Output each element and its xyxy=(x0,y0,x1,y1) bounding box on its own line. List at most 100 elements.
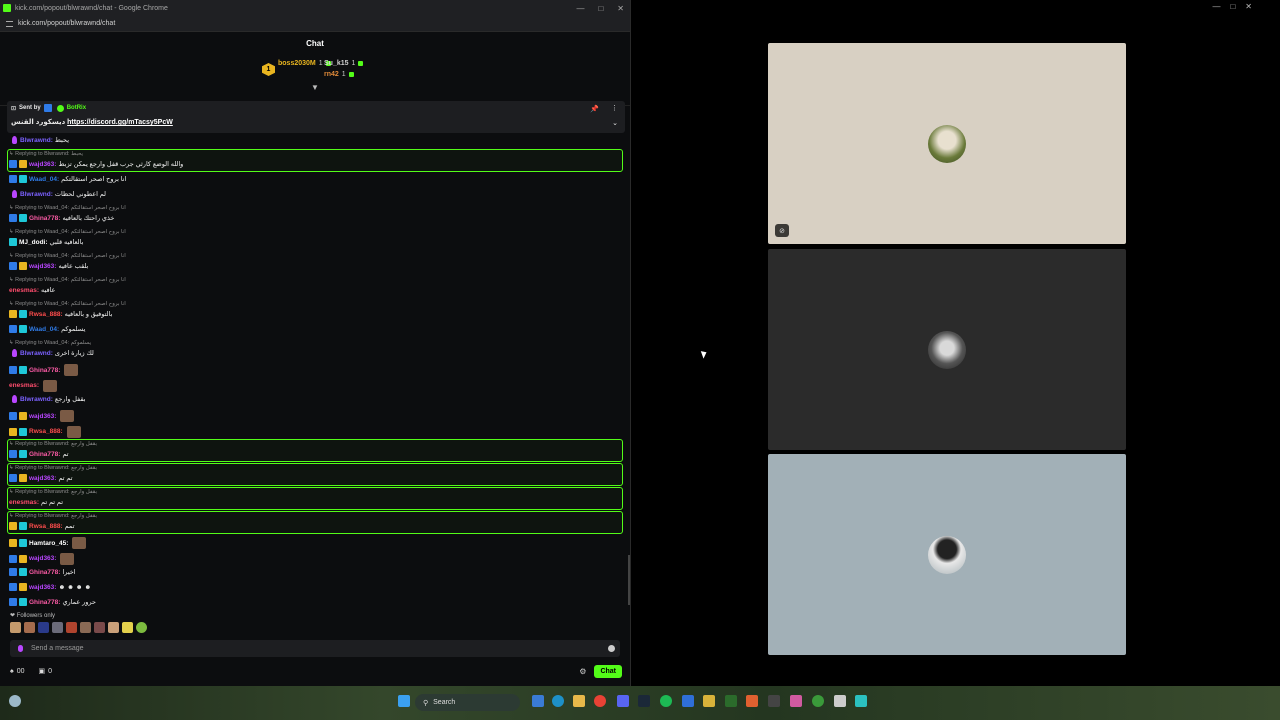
chat-username[interactable]: Rwsa_888: xyxy=(29,311,63,318)
edge-icon[interactable] xyxy=(552,695,564,707)
chat-message[interactable]: wajd363: xyxy=(9,410,75,422)
chat-username[interactable]: Blwrawnd: xyxy=(20,396,53,403)
pin-icon[interactable]: 📌 xyxy=(590,105,599,113)
xbox-icon[interactable] xyxy=(812,695,824,707)
chat-scrollbar[interactable] xyxy=(628,555,630,605)
chat-username[interactable]: Ghina778: xyxy=(29,215,60,222)
chat-username[interactable]: enesmas: xyxy=(9,287,39,294)
app-icon[interactable] xyxy=(855,695,867,707)
leaderboard-entry[interactable]: boss2030M 1 xyxy=(278,60,331,67)
emote-1[interactable] xyxy=(10,622,21,633)
chevron-down-icon[interactable]: ⌄ xyxy=(612,119,618,127)
chat-username[interactable]: Hamtaro_45: xyxy=(29,540,68,547)
chat-username[interactable]: Waad_04: xyxy=(29,176,59,183)
reply-context[interactable]: ↳ Replying to Blwrawnd: بقفل وارجع xyxy=(9,513,97,519)
camera-off-icon[interactable]: ⊘ xyxy=(775,224,789,237)
address-bar[interactable]: kick.com/popout/blwrawnd/chat xyxy=(0,16,630,32)
app-icon[interactable] xyxy=(725,695,737,707)
app-icon[interactable] xyxy=(768,695,780,707)
chat-username[interactable]: Rwsa_888: xyxy=(29,428,63,435)
chat-username[interactable]: enesmas: xyxy=(9,499,39,506)
chat-username[interactable]: wajd363: xyxy=(29,161,56,168)
emote-10[interactable] xyxy=(136,622,147,633)
chat-message[interactable]: Blwrawnd: يحبط xyxy=(9,136,69,144)
chat-message[interactable]: Blwrawnd: لك زيارة اخرى xyxy=(9,349,94,357)
participant-tile-2[interactable] xyxy=(768,249,1126,450)
site-info-icon[interactable] xyxy=(6,20,13,27)
reply-context[interactable]: ↳ Replying to Waad_04: يسلموكم xyxy=(9,340,91,346)
chat-message[interactable]: Hamtaro_45: xyxy=(9,537,87,549)
maximize-icon[interactable]: □ xyxy=(598,4,603,13)
chat-message[interactable]: Blwrawnd: بقفل وارجع xyxy=(9,395,86,403)
pinned-message[interactable]: ⊡ Sent by BotRix ديسكورد القنس https://d… xyxy=(7,101,625,133)
emote-7[interactable] xyxy=(94,622,105,633)
emote-2[interactable] xyxy=(24,622,35,633)
close-icon[interactable]: ✕ xyxy=(617,4,624,13)
reply-context[interactable]: ↳ Replying to Waad_04: انا بروح اصحر است… xyxy=(9,301,126,307)
chat-username[interactable]: Rwsa_888: xyxy=(29,523,63,530)
maximize-icon[interactable]: □ xyxy=(1230,2,1235,11)
chat-username[interactable]: Ghina778: xyxy=(29,367,60,374)
chat-message[interactable]: Rwsa_888: xyxy=(9,425,81,438)
chat-username[interactable]: Blwrawnd: xyxy=(20,191,53,198)
reply-context[interactable]: ↳ Replying to Blwrawnd: بقفل وارجع xyxy=(9,441,97,447)
gear-icon[interactable]: ⚙ xyxy=(579,667,586,676)
reply-context[interactable]: ↳ Replying to Waad_04: انا بروح اصحر است… xyxy=(9,253,126,259)
reply-context[interactable]: ↳ Replying to Blwrawnd: بقفل وارجع xyxy=(9,489,97,495)
message-input[interactable]: Send a message xyxy=(10,640,620,657)
minimize-icon[interactable]: — xyxy=(1212,2,1220,11)
reply-context[interactable]: ↳ Replying to Waad_04: انا بروح اصحر است… xyxy=(9,277,126,283)
chat-message[interactable]: wajd363: xyxy=(9,552,75,565)
reply-context[interactable]: ↳ Replying to Waad_04: انا بروح اصحر است… xyxy=(9,205,126,211)
chat-message[interactable]: wajd363: والله الوضع كارثي جرب قفل وارجع … xyxy=(9,160,183,168)
task-view-icon[interactable] xyxy=(532,695,544,707)
participant-tile-3[interactable] xyxy=(768,454,1126,655)
leaderboard-entry[interactable]: rn42 1 xyxy=(324,71,354,78)
app-icon[interactable] xyxy=(834,695,846,707)
chat-message[interactable]: enesmas: xyxy=(9,379,57,392)
emote-4[interactable] xyxy=(52,622,63,633)
chat-username[interactable]: MJ_dodi: xyxy=(19,239,48,246)
gifts-stat[interactable]: ▣ 0 xyxy=(39,667,53,676)
pinned-link[interactable]: https://discord.gg/mTacsy5PcW xyxy=(67,119,173,126)
chat-username[interactable]: wajd363: xyxy=(29,413,56,420)
app-icon[interactable] xyxy=(682,695,694,707)
chat-message[interactable]: Ghina778: تم xyxy=(9,450,69,458)
emote-9[interactable] xyxy=(122,622,133,633)
reply-context[interactable]: ↳ Replying to Blwrawnd: بقفل وارجع xyxy=(9,465,97,471)
chat-message[interactable]: Blwrawnd: لم اعطوني لحظات xyxy=(9,190,106,198)
viewers-stat[interactable]: ♠ 00 xyxy=(10,668,25,675)
emote-8[interactable] xyxy=(108,622,119,633)
chat-username[interactable]: Ghina778: xyxy=(29,569,60,576)
chat-message[interactable]: Ghina778: xyxy=(9,364,79,376)
emote-5[interactable] xyxy=(66,622,77,633)
emoji-icon[interactable] xyxy=(608,645,615,652)
pinned-sender[interactable]: BotRix xyxy=(67,105,86,111)
leaderboard-entry[interactable]: Su_k15 1 xyxy=(324,60,364,67)
emote-6[interactable] xyxy=(80,622,91,633)
chat-username[interactable]: Blwrawnd: xyxy=(20,350,53,357)
chat-username[interactable]: wajd363: xyxy=(29,263,56,270)
start-icon[interactable] xyxy=(398,695,410,707)
app-icon[interactable] xyxy=(703,695,715,707)
chat-message[interactable]: enesmas: تم تم تم xyxy=(9,498,63,507)
steam-icon[interactable] xyxy=(638,695,650,707)
spotify-icon[interactable] xyxy=(660,695,672,707)
more-options-icon[interactable]: ⋮ xyxy=(611,104,618,112)
expand-leaderboard-icon[interactable]: ▼ xyxy=(311,83,319,92)
chat-message[interactable]: enesmas: عافيه xyxy=(9,286,55,295)
send-chat-button[interactable]: Chat xyxy=(594,664,622,678)
chat-username[interactable]: wajd363: xyxy=(29,555,56,562)
chrome-icon[interactable] xyxy=(594,695,606,707)
chat-username[interactable]: Ghina778: xyxy=(29,599,60,606)
explorer-icon[interactable] xyxy=(573,695,585,707)
app-icon[interactable] xyxy=(790,695,802,707)
discord-icon[interactable] xyxy=(617,695,629,707)
app-icon[interactable] xyxy=(746,695,758,707)
chat-username[interactable]: Waad_04: xyxy=(29,326,59,333)
chat-message[interactable]: wajd363: ☻ ☻ ☻ ☻ xyxy=(9,583,91,591)
chat-message[interactable]: Waad_04: انا بروح اصحر استقالتكم xyxy=(9,175,126,183)
chat-message[interactable]: Ghina778: حرور عماري xyxy=(9,598,96,606)
emote-3[interactable] xyxy=(38,622,49,633)
minimize-icon[interactable]: — xyxy=(576,4,584,13)
